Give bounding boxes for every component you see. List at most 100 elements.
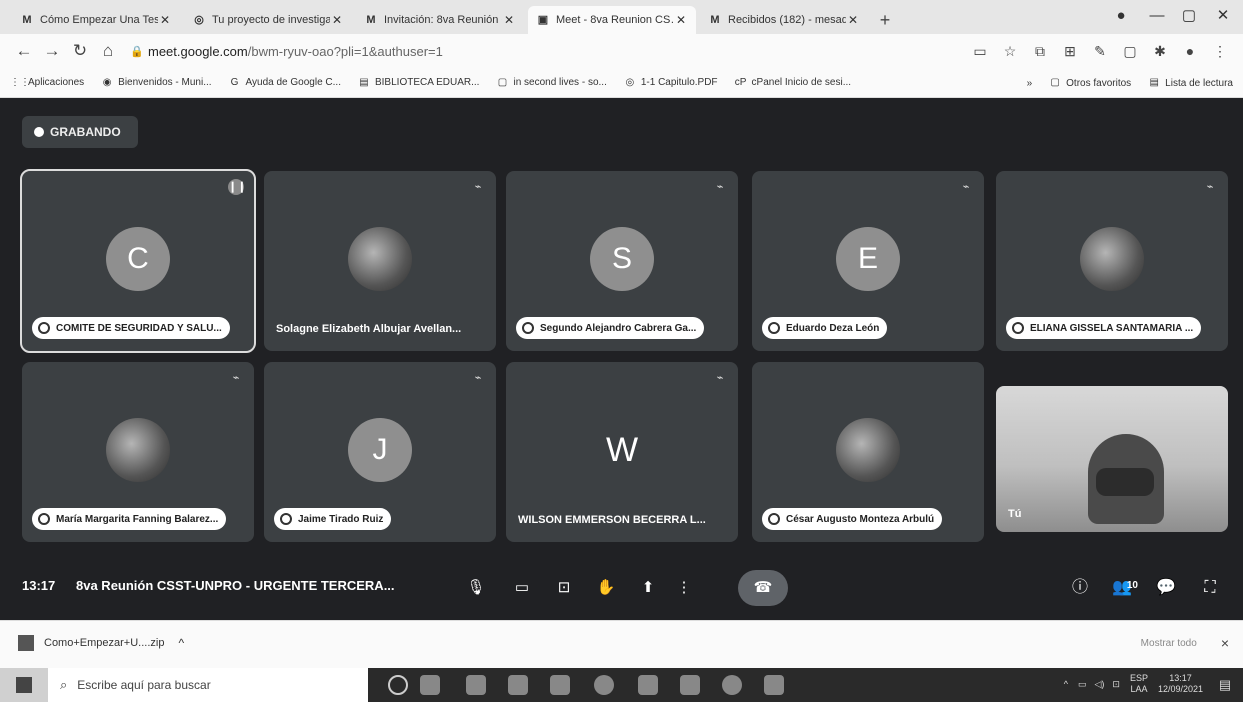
- participant-tile[interactable]: ⌁ W WILSON EMMERSON BECERRA L...: [506, 362, 738, 542]
- browser-tab-strip: M Cómo Empezar Una Tesis (1… ✕ ◎ Tu proy…: [0, 0, 1243, 34]
- raise-hand-icon[interactable]: ✋: [588, 570, 624, 606]
- task-view-icon[interactable]: [420, 675, 440, 695]
- browser-tab[interactable]: M Cómo Empezar Una Tesis (1… ✕: [12, 6, 180, 34]
- mic-off-icon: ⌁: [716, 181, 724, 193]
- activities-icon[interactable]: ⛶: [1192, 570, 1228, 606]
- tray-arrow-icon[interactable]: ^: [1064, 679, 1068, 689]
- app-icon[interactable]: [466, 675, 486, 695]
- google-icon: G: [230, 76, 239, 88]
- close-tab-icon[interactable]: ✕: [330, 13, 344, 27]
- participant-tile[interactable]: ⌁ S Segundo Alejandro Cabrera Ga...: [506, 171, 738, 351]
- address-bar[interactable]: 🔒 meet.google.com /bwm-ryuv-oao?pli=1&au…: [130, 38, 1010, 64]
- app-icon[interactable]: [550, 675, 570, 695]
- participant-tile[interactable]: ⌁ Solagne Elizabeth Albujar Avellan...: [264, 171, 496, 351]
- participant-tile[interactable]: ⌁ ELIANA GISSELA SANTAMARIA ...: [996, 171, 1228, 351]
- chevron-up-icon[interactable]: ^: [178, 636, 184, 650]
- calendar-app-icon[interactable]: [508, 675, 528, 695]
- puzzle-icon[interactable]: ✱: [1145, 37, 1175, 65]
- volume-icon[interactable]: ◁): [1094, 679, 1104, 690]
- meeting-info-icon[interactable]: ⓘ: [1062, 570, 1098, 606]
- bookmark-item[interactable]: ◉ Bienvenidos - Muni...: [100, 76, 212, 90]
- back-icon[interactable]: ←: [10, 37, 38, 65]
- notifications-icon[interactable]: ▤: [1215, 675, 1235, 695]
- end-call-button[interactable]: ☎: [738, 570, 788, 606]
- language-indicator[interactable]: ESP LAA: [1130, 673, 1148, 695]
- browser-tab[interactable]: M Invitación: 8va Reunión CSS… ✕: [356, 6, 524, 34]
- chrome-app-icon[interactable]: [722, 675, 742, 695]
- word-app-icon[interactable]: [764, 675, 784, 695]
- battery-icon[interactable]: ▭: [1078, 679, 1087, 690]
- download-item[interactable]: Como+Empezar+U....zip ^: [18, 635, 184, 651]
- reload-icon[interactable]: ↻: [66, 37, 94, 65]
- participant-tile[interactable]: ⌁ María Margarita Fanning Balarez...: [22, 362, 254, 542]
- taskbar-clock[interactable]: 13:17 12/09/2021: [1158, 673, 1203, 695]
- other-favorites[interactable]: ▢ Otros favoritos: [1048, 76, 1131, 90]
- extension-icon[interactable]: ⧉: [1025, 37, 1055, 65]
- microphone-icon[interactable]: 🎙: [458, 570, 494, 606]
- app-icon[interactable]: [638, 675, 658, 695]
- bookmark-item[interactable]: G Ayuda de Google C...: [228, 76, 341, 90]
- chrome-icon: ◎: [625, 76, 635, 88]
- mic-off-icon: ⌁: [716, 372, 724, 384]
- lock-icon: 🔒: [130, 45, 144, 58]
- participants-count-badge: 10: [1126, 580, 1138, 591]
- bookmark-item[interactable]: ▢ in second lives - so...: [495, 76, 607, 90]
- browser-tab-active[interactable]: ▣ Meet - 8va Reunion CS… ✕: [528, 6, 696, 34]
- browser-app-icon[interactable]: [594, 675, 614, 695]
- start-button[interactable]: [0, 668, 48, 702]
- forward-icon[interactable]: →: [38, 37, 66, 65]
- present-screen-icon[interactable]: ⬆: [630, 570, 666, 606]
- participant-name-pill: Jaime Tirado Ruiz: [274, 508, 392, 530]
- system-tray: ^ ▭ ◁) ⊡ ESP LAA 13:17 12/09/2021: [1064, 673, 1203, 695]
- participant-name-pill: Eduardo Deza León: [762, 317, 888, 339]
- more-options-icon[interactable]: ⋮: [666, 570, 702, 606]
- extension-icon[interactable]: ▢: [1115, 37, 1145, 65]
- browser-tab[interactable]: ◎ Tu proyecto de investigació… ✕: [184, 6, 352, 34]
- home-icon[interactable]: ⌂: [94, 37, 122, 65]
- avatar: E: [836, 227, 900, 291]
- app-icon[interactable]: [680, 675, 700, 695]
- menu-dots-icon[interactable]: ⋮: [1205, 37, 1235, 65]
- reading-list[interactable]: ▤ Lista de lectura: [1147, 76, 1233, 90]
- participant-tile[interactable]: ⌁ E Eduardo Deza León: [752, 171, 984, 351]
- participant-name: Tú: [1008, 508, 1022, 520]
- maximize-icon[interactable]: ▢: [1171, 4, 1207, 28]
- taskbar-search[interactable]: ⌕ Escribe aquí para buscar: [48, 668, 368, 702]
- bookmark-item[interactable]: ◎ 1-1 Capitulo.PDF: [623, 76, 717, 90]
- bookmark-item[interactable]: ⋮⋮ Aplicaciones: [10, 76, 84, 90]
- cast-icon[interactable]: ▭: [965, 37, 995, 65]
- bookmarks-more-button[interactable]: »: [1027, 78, 1033, 89]
- captions-icon[interactable]: ⊡: [546, 570, 582, 606]
- close-tab-icon[interactable]: ✕: [674, 13, 688, 27]
- bookmark-item[interactable]: cP cPanel Inicio de sesi...: [734, 76, 851, 90]
- close-tab-icon[interactable]: ✕: [846, 13, 860, 27]
- avatar: [348, 227, 412, 291]
- windows-logo-icon: [16, 677, 32, 693]
- close-tab-icon[interactable]: ✕: [502, 13, 516, 27]
- mic-off-icon: ⌁: [962, 181, 970, 193]
- self-video-tile[interactable]: Tú: [996, 386, 1228, 532]
- close-window-icon[interactable]: ✕: [1205, 4, 1241, 28]
- profile-icon[interactable]: ●: [1103, 4, 1139, 28]
- chat-icon[interactable]: 💬: [1148, 570, 1184, 606]
- participant-tile[interactable]: ⌁ J Jaime Tirado Ruiz: [264, 362, 496, 542]
- network-icon[interactable]: ⊡: [1112, 679, 1120, 690]
- profile-avatar-icon[interactable]: ●: [1175, 37, 1205, 65]
- participant-tile[interactable]: ❙❙ C COMITE DE SEGURIDAD Y SALU...: [20, 169, 256, 353]
- pen-icon[interactable]: ✎: [1085, 37, 1115, 65]
- camera-icon[interactable]: ▭: [504, 570, 540, 606]
- bookmark-item[interactable]: ▤ BIBLIOTECA EDUAR...: [357, 76, 479, 90]
- show-all-downloads-button[interactable]: Mostrar todo: [1141, 638, 1197, 649]
- extension-icon[interactable]: ⊞: [1055, 37, 1085, 65]
- browser-tab[interactable]: M Recibidos (182) - mesadepa… ✕: [700, 6, 868, 34]
- close-downloads-button[interactable]: ×: [1221, 635, 1229, 651]
- star-icon[interactable]: ☆: [995, 37, 1025, 65]
- participants-icon[interactable]: 👥 10: [1104, 570, 1140, 606]
- minimize-icon[interactable]: —: [1139, 4, 1175, 28]
- recording-label: GRABANDO: [50, 125, 121, 139]
- participant-tile[interactable]: César Augusto Monteza Arbulú: [752, 362, 984, 542]
- close-tab-icon[interactable]: ✕: [158, 13, 172, 27]
- cortana-icon[interactable]: [388, 675, 408, 695]
- new-tab-button[interactable]: +: [872, 6, 898, 34]
- folder-icon: ▢: [1050, 77, 1060, 88]
